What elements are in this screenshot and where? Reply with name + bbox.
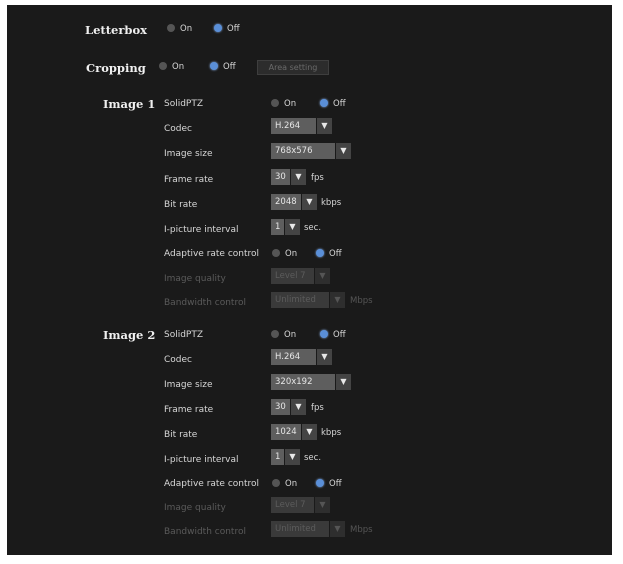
image2-codec-select[interactable]: H.264 ▼ <box>271 349 332 365</box>
radio-icon <box>271 99 279 107</box>
settings-panel: Letterbox On Off Cropping On Off Area se… <box>7 5 612 555</box>
image2-mbps-unit: Mbps <box>350 525 373 535</box>
radio-icon <box>320 99 328 107</box>
image1-kbps-unit: kbps <box>321 198 342 208</box>
image1-codec-label: Codec <box>164 124 192 134</box>
image2-frame-rate-label: Frame rate <box>164 405 214 415</box>
image1-image-size-select[interactable]: 768x576 ▼ <box>271 143 351 159</box>
letterbox-off-radio[interactable]: Off <box>214 24 240 34</box>
image2-sec-unit: sec. <box>304 453 322 463</box>
chevron-down-icon: ▼ <box>291 399 306 415</box>
image1-adaptive-off-radio[interactable]: Off <box>316 249 342 259</box>
cropping-label: Cropping <box>86 61 146 75</box>
chevron-down-icon: ▼ <box>315 268 330 284</box>
image1-codec-select[interactable]: H.264 ▼ <box>271 118 332 134</box>
image2-image-quality-select: Level 7 ▼ <box>271 497 330 513</box>
chevron-down-icon: ▼ <box>315 497 330 513</box>
image1-frame-rate-label: Frame rate <box>164 175 214 185</box>
image2-adaptive-on-radio[interactable]: On <box>272 479 297 489</box>
image2-solidptz-on-radio[interactable]: On <box>271 330 296 340</box>
image2-image-quality-label: Image quality <box>164 503 226 513</box>
image1-bandwidth-select: Unlimited ▼ <box>271 292 345 308</box>
image1-image-quality-select: Level 7 ▼ <box>271 268 330 284</box>
image2-kbps-unit: kbps <box>321 428 342 438</box>
image2-solidptz-off-radio[interactable]: Off <box>320 330 346 340</box>
image2-codec-label: Codec <box>164 355 192 365</box>
image1-label: Image 1 <box>103 97 156 111</box>
image1-bit-rate-select[interactable]: 2048 ▼ <box>271 194 317 210</box>
image1-solidptz-on-radio[interactable]: On <box>271 99 296 109</box>
image2-fps-unit: fps <box>311 403 324 413</box>
image2-adaptive-off-radio[interactable]: Off <box>316 479 342 489</box>
area-setting-button[interactable]: Area setting <box>257 60 329 75</box>
chevron-down-icon: ▼ <box>317 349 332 365</box>
radio-icon <box>167 24 175 32</box>
image1-bandwidth-label: Bandwidth control <box>164 298 246 308</box>
chevron-down-icon: ▼ <box>285 219 300 235</box>
chevron-down-icon: ▼ <box>330 521 345 537</box>
image2-i-picture-label: I-picture interval <box>164 455 239 465</box>
image1-adaptive-label: Adaptive rate control <box>164 249 260 259</box>
radio-icon <box>320 330 328 338</box>
chevron-down-icon: ▼ <box>285 449 300 465</box>
chevron-down-icon: ▼ <box>336 143 351 159</box>
radio-icon <box>316 249 324 257</box>
image1-sec-unit: sec. <box>304 223 322 233</box>
radio-icon <box>271 330 279 338</box>
radio-icon <box>272 479 280 487</box>
chevron-down-icon: ▼ <box>330 292 345 308</box>
radio-icon <box>159 62 167 70</box>
image1-frame-rate-select[interactable]: 30 ▼ <box>271 169 306 185</box>
letterbox-on-radio[interactable]: On <box>167 24 192 34</box>
chevron-down-icon: ▼ <box>336 374 351 390</box>
image1-image-quality-label: Image quality <box>164 274 226 284</box>
image1-image-size-label: Image size <box>164 149 213 159</box>
image2-adaptive-label: Adaptive rate control <box>164 479 260 489</box>
image2-bit-rate-select[interactable]: 1024 ▼ <box>271 424 317 440</box>
image2-i-picture-select[interactable]: 1 ▼ <box>271 449 300 465</box>
image1-adaptive-on-radio[interactable]: On <box>272 249 297 259</box>
image2-bandwidth-label: Bandwidth control <box>164 527 246 537</box>
image1-i-picture-label: I-picture interval <box>164 225 239 235</box>
chevron-down-icon: ▼ <box>291 169 306 185</box>
radio-icon <box>272 249 280 257</box>
image1-i-picture-select[interactable]: 1 ▼ <box>271 219 300 235</box>
image2-image-size-select[interactable]: 320x192 ▼ <box>271 374 351 390</box>
radio-icon <box>316 479 324 487</box>
chevron-down-icon: ▼ <box>302 194 317 210</box>
image2-solidptz-label: SolidPTZ <box>164 330 204 340</box>
image2-frame-rate-select[interactable]: 30 ▼ <box>271 399 306 415</box>
chevron-down-icon: ▼ <box>302 424 317 440</box>
image1-bit-rate-label: Bit rate <box>164 200 198 210</box>
image1-solidptz-off-radio[interactable]: Off <box>320 99 346 109</box>
chevron-down-icon: ▼ <box>317 118 332 134</box>
letterbox-label: Letterbox <box>85 23 147 37</box>
image2-label: Image 2 <box>103 328 156 342</box>
radio-icon <box>214 24 222 32</box>
cropping-on-radio[interactable]: On <box>159 62 184 72</box>
radio-icon <box>210 62 218 70</box>
image2-bit-rate-label: Bit rate <box>164 430 198 440</box>
image2-image-size-label: Image size <box>164 380 213 390</box>
image1-mbps-unit: Mbps <box>350 296 373 306</box>
cropping-off-radio[interactable]: Off <box>210 62 236 72</box>
image2-bandwidth-select: Unlimited ▼ <box>271 521 345 537</box>
image1-fps-unit: fps <box>311 173 324 183</box>
image1-solidptz-label: SolidPTZ <box>164 99 204 109</box>
